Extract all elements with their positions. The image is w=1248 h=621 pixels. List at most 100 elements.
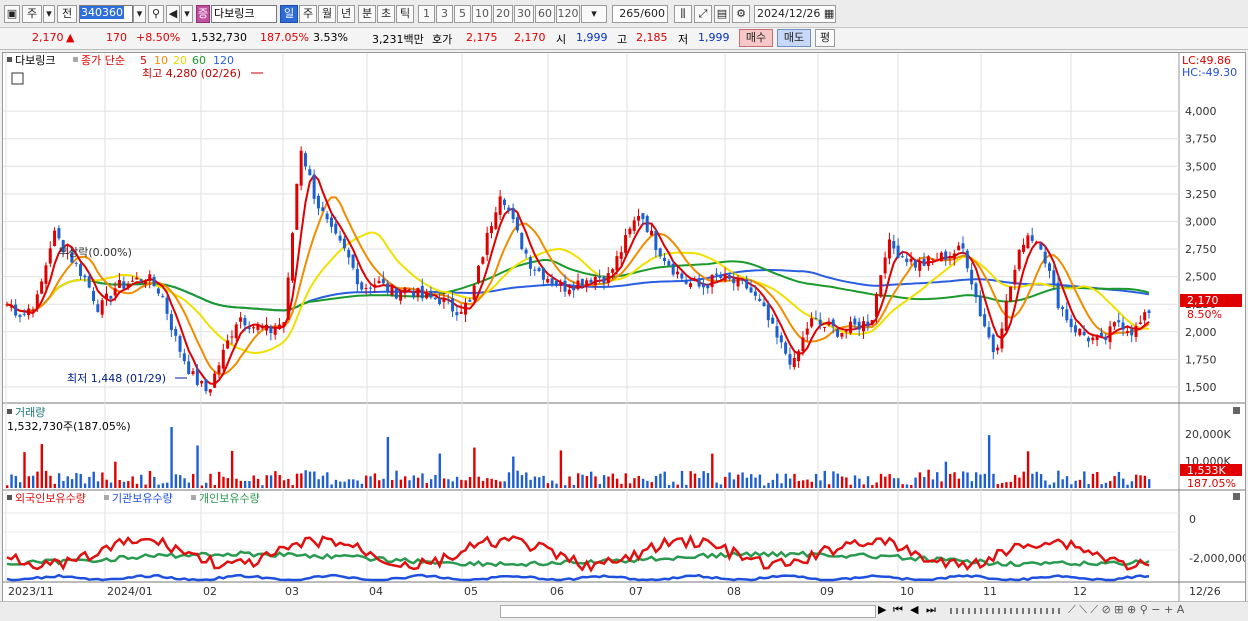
inst-holding-legend[interactable]: 기관보유수량 [112,492,173,505]
candle-body [87,276,91,288]
candle-body [1048,263,1052,272]
candle-body [753,291,757,296]
indiv-holding-legend[interactable]: 개인보유수량 [199,492,260,505]
candle-body [468,299,472,302]
interval-20[interactable]: 20 [493,5,513,23]
stock-name-field[interactable]: 다보링크 [211,5,277,23]
save-icon[interactable]: ▤ [714,5,730,23]
interval-60[interactable]: 60 [535,5,555,23]
holdings-panel-close-icon[interactable] [1233,493,1240,500]
period-select[interactable]: 주 [22,5,42,23]
scroll-right-icon[interactable]: ▶ [878,603,886,616]
date-field[interactable]: 2024/12/26 ▦ [754,5,836,23]
scroll-last-icon[interactable]: ⏭ [926,603,936,617]
volume-bar [248,481,251,488]
buy-button[interactable]: 매수 [739,29,773,47]
candle-body [420,285,424,299]
foreign-holding-legend[interactable]: 외국인보유수량 [15,492,86,505]
speaker-dropdown-icon[interactable]: ▾ [181,5,193,23]
volume-bar [239,480,242,488]
prev-button[interactable]: 전 [57,5,77,23]
candle-body [303,153,307,167]
candle-body [866,321,870,327]
window-icon[interactable]: ▣ [4,5,20,23]
candle-body [827,322,831,326]
sell-button[interactable]: 매도 [777,29,811,47]
candle-body [373,284,377,287]
candle-body [849,321,853,334]
candle-body [195,369,199,385]
volume-bar [581,474,584,488]
candle-body [628,228,632,235]
interval-120[interactable]: 120 [556,5,580,23]
interval-10[interactable]: 10 [472,5,492,23]
volume-bar [680,470,684,488]
ma20-legend[interactable]: 20 [173,54,187,67]
zoom-tools-icons[interactable]: ⟋ ⟍ ⟋ ⊘ ⊞ ⊕ ⚲ − + A [1068,603,1184,617]
chart-svg[interactable]: 다보링크 종가 단순 5 10 20 60 120 최고 4,280 (02/2… [3,53,1248,601]
ma120-legend[interactable]: 120 [213,54,234,67]
volume-bar [992,473,995,488]
volume-bar [429,479,433,488]
interval-3[interactable]: 3 [436,5,453,23]
candle-type-icon[interactable]: ⫼ [674,5,692,23]
search-icon[interactable]: ⚲ [148,5,164,23]
stock-code-input[interactable]: 340360 [79,5,133,23]
scroll-first-icon[interactable]: ⏮ [893,603,903,617]
interval-30[interactable]: 30 [514,5,534,23]
candle-body [1099,332,1103,337]
volume-bar [961,471,965,488]
volume-bar [758,474,762,488]
candle-body [1130,329,1134,336]
volume-panel-close-icon[interactable] [1233,407,1240,414]
interval-custom-select[interactable]: ▾ [581,5,607,23]
candle-body [541,267,545,280]
high-label: 고 [617,33,628,46]
candle-body [1065,309,1069,321]
volume-bar [304,470,307,488]
volume-bar [477,476,480,488]
ma10-legend[interactable]: 10 [154,54,168,67]
period-second[interactable]: 초 [377,5,395,23]
volume-bar [1074,480,1077,488]
code-dropdown-icon[interactable]: ▾ [133,5,146,23]
scroll-prev-icon[interactable]: ◀ [910,603,918,616]
ma60-legend[interactable]: 60 [192,54,206,67]
candle-body [745,279,749,289]
scroll-track[interactable] [500,605,876,618]
period-tick[interactable]: 틱 [396,5,414,23]
price-panel-title[interactable]: 다보링크 [15,54,55,67]
calendar-icon[interactable]: ▦ [824,7,834,20]
candle-body [1078,328,1082,336]
candle-body [459,311,463,314]
eval-button[interactable]: 평 [815,29,835,47]
candle-body [74,262,78,264]
period-minute[interactable]: 분 [358,5,376,23]
volume-bar [754,477,757,488]
interval-1[interactable]: 1 [418,5,435,23]
ma-legend-prefix[interactable]: 종가 단순 [81,54,125,67]
period-week[interactable]: 주 [299,5,317,23]
chart-scrollbar[interactable]: ▶ ⏮ ◀ ⏭ ⟋ ⟍ ⟋ ⊘ ⊞ ⊕ ⚲ − + A [0,601,1248,621]
period-day[interactable]: 일 [280,5,298,23]
period-month[interactable]: 월 [318,5,336,23]
volume-bar [14,475,18,488]
candle-body [48,248,52,264]
candle-body [611,269,615,273]
volume-panel-title[interactable]: 거래량 [15,406,45,419]
ma5-legend[interactable]: 5 [140,54,147,67]
period-dropdown-icon[interactable]: ▾ [43,5,55,23]
gear-icon[interactable]: ⚙ [732,5,750,23]
volume-bar [88,476,91,488]
speaker-icon[interactable]: ◀ [166,5,180,23]
volume-bar [390,480,394,488]
price-y-tick: 3,250 [1185,188,1217,201]
volume-last-pct: 187.05% [1187,477,1236,490]
scroll-range-handle[interactable] [950,608,1060,614]
period-year[interactable]: 년 [337,5,355,23]
indicator-icon[interactable]: ⤢ [694,5,712,23]
interval-5[interactable]: 5 [454,5,471,23]
count-field[interactable]: 265/600 [612,5,668,23]
chart-area[interactable]: 다보링크 종가 단순 5 10 20 60 120 최고 4,280 (02/2… [2,52,1248,602]
candle-body [156,288,160,294]
